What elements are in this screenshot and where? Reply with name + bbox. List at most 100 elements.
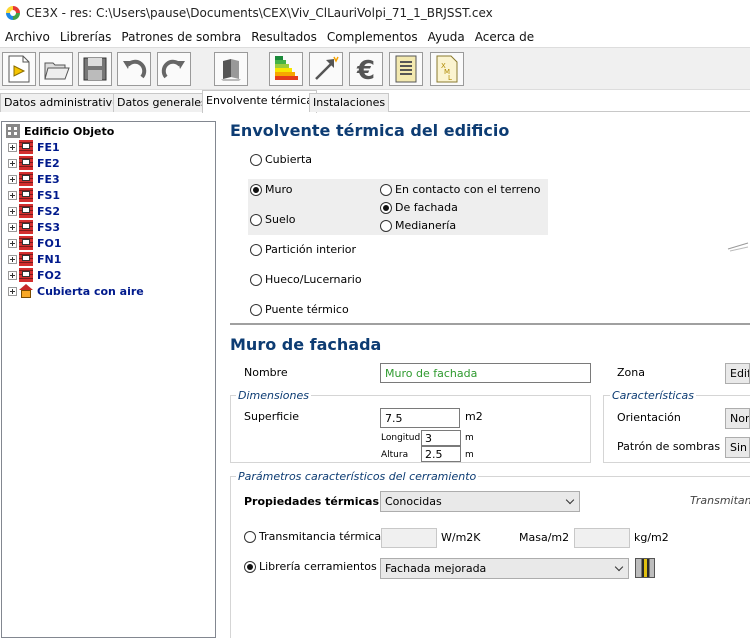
tree-item[interactable]: FS2 [2, 203, 60, 219]
menu-archivo[interactable]: Archivo [0, 30, 55, 44]
expand-icon[interactable] [8, 158, 17, 168]
longitud-input[interactable]: 3 [421, 430, 461, 446]
tree-item[interactable]: FN1 [2, 251, 61, 267]
expand-icon[interactable] [8, 174, 17, 184]
tab-instalaciones[interactable]: Instalaciones [309, 93, 390, 112]
tree-root-label: Edificio Objeto [24, 124, 115, 138]
tree-item[interactable]: FE2 [2, 155, 60, 171]
radio-cubierta[interactable]: Cubierta [250, 153, 312, 166]
tab-envolvente-termica[interactable]: Envolvente térmica [202, 90, 318, 113]
radio-dot[interactable] [250, 243, 262, 256]
masa-input[interactable] [574, 528, 630, 548]
tree-item[interactable]: FO1 [2, 235, 62, 251]
wall-preview-icon [727, 242, 749, 252]
superficie-input[interactable]: 7.5 [380, 408, 460, 428]
economic-analysis-button[interactable]: € [349, 52, 383, 86]
radio-en-contacto-terreno[interactable]: En contacto con el terreno [380, 183, 541, 196]
altura-input[interactable]: 2.5 [421, 446, 461, 462]
report-button[interactable] [389, 52, 423, 86]
radio-puente-termico[interactable]: Puente térmico [250, 303, 349, 316]
main-panel: Envolvente térmica del edificio Cubierta… [222, 112, 750, 638]
caracteristicas-title: Características [610, 389, 697, 402]
radio-muro[interactable]: Muro [250, 183, 292, 196]
transmitancia-input[interactable] [381, 528, 437, 548]
radio-transmitancia-termica[interactable]: Transmitancia térmica [244, 530, 381, 543]
radio-dot[interactable] [250, 303, 262, 316]
radio-dot[interactable] [250, 153, 262, 166]
tree-item[interactable]: FE3 [2, 171, 60, 187]
radio-hueco-lucernario[interactable]: Hueco/Lucernario [250, 273, 362, 286]
radio-particion-interior[interactable]: Partición interior [250, 243, 356, 256]
nombre-input[interactable]: Muro de fachada [380, 363, 591, 383]
new-file-button[interactable] [2, 52, 36, 86]
radio-dot[interactable] [244, 530, 256, 543]
undo-button[interactable] [117, 52, 151, 86]
radio-label: Hueco/Lucernario [265, 273, 362, 286]
export-xml-button[interactable]: XML [430, 52, 464, 86]
radio-de-fachada[interactable]: De fachada [380, 201, 458, 214]
radio-suelo[interactable]: Suelo [250, 213, 296, 226]
altura-unit: m [465, 450, 474, 460]
section-separator [230, 323, 750, 325]
wall-icon [19, 252, 33, 266]
improvement-measures-button[interactable] [309, 52, 343, 86]
radio-dot[interactable] [244, 560, 256, 573]
radio-libreria-cerramientos[interactable]: Librería cerramientos [244, 560, 377, 573]
expand-icon[interactable] [8, 206, 17, 216]
expand-icon[interactable] [8, 254, 17, 264]
dimensiones-group [230, 395, 591, 463]
radio-dot[interactable] [250, 213, 262, 226]
masa-unit: kg/m2 [634, 531, 669, 544]
expand-icon[interactable] [8, 190, 17, 200]
tree-item[interactable]: FE1 [2, 139, 60, 155]
radio-dot[interactable] [250, 273, 262, 286]
patron-sombras-select[interactable]: Sin patrón [725, 437, 750, 458]
expand-icon[interactable] [8, 222, 17, 232]
menu-ayuda[interactable]: Ayuda [423, 30, 470, 44]
tree-item[interactable]: FS3 [2, 219, 60, 235]
tree-item-label: FE2 [37, 156, 60, 170]
undo-icon [123, 59, 147, 79]
libreria-cerramientos-select[interactable]: Fachada mejorada [380, 558, 629, 579]
zona-label: Zona [617, 366, 645, 379]
radio-dot[interactable] [380, 201, 392, 214]
save-button[interactable] [78, 52, 112, 86]
propiedades-termicas-select[interactable]: Conocidas [380, 491, 580, 512]
radio-dot[interactable] [380, 183, 392, 196]
radio-label: Partición interior [265, 243, 357, 256]
expand-icon[interactable] [8, 142, 17, 152]
tree-item[interactable]: Cubierta con aire [2, 283, 144, 299]
tree-item[interactable]: FS1 [2, 187, 60, 203]
menu-complementos[interactable]: Complementos [322, 30, 423, 44]
xml-file-icon: XML [436, 55, 458, 83]
tab-datos-generales[interactable]: Datos generales [113, 93, 211, 112]
energy-rating-button[interactable] [269, 52, 303, 86]
3d-view-button[interactable] [214, 52, 248, 86]
radio-dot[interactable] [250, 183, 262, 196]
menu-librerias[interactable]: Librerías [55, 30, 117, 44]
menu-patrones-de-sombra[interactable]: Patrones de sombra [116, 30, 246, 44]
radio-medianeria[interactable]: Medianería [380, 219, 456, 232]
radio-label: De fachada [395, 201, 458, 214]
tree-root[interactable]: Edificio Objeto [2, 123, 114, 139]
wall-layers-icon[interactable] [635, 558, 655, 578]
expand-icon[interactable] [8, 286, 17, 296]
expand-icon[interactable] [8, 238, 17, 248]
radio-label: Transmitancia térmica [259, 530, 382, 543]
zona-select[interactable]: Edificio Objeto [725, 363, 750, 384]
wall-icon [19, 220, 33, 234]
menu-resultados[interactable]: Resultados [246, 30, 322, 44]
orientacion-select[interactable]: Norte [725, 408, 750, 429]
building-icon [6, 124, 20, 138]
open-file-button[interactable] [39, 52, 73, 86]
document-report-icon [395, 55, 417, 83]
menu-acerca-de[interactable]: Acerca de [470, 30, 539, 44]
radio-dot[interactable] [380, 219, 392, 232]
tab-datos-administrativos[interactable]: Datos administrativos [0, 93, 129, 112]
radio-label: Muro [265, 183, 293, 196]
tree-item[interactable]: FO2 [2, 267, 62, 283]
euro-icon: € [356, 56, 375, 83]
redo-button[interactable] [157, 52, 191, 86]
expand-icon[interactable] [8, 270, 17, 280]
chevron-down-icon [614, 562, 624, 572]
